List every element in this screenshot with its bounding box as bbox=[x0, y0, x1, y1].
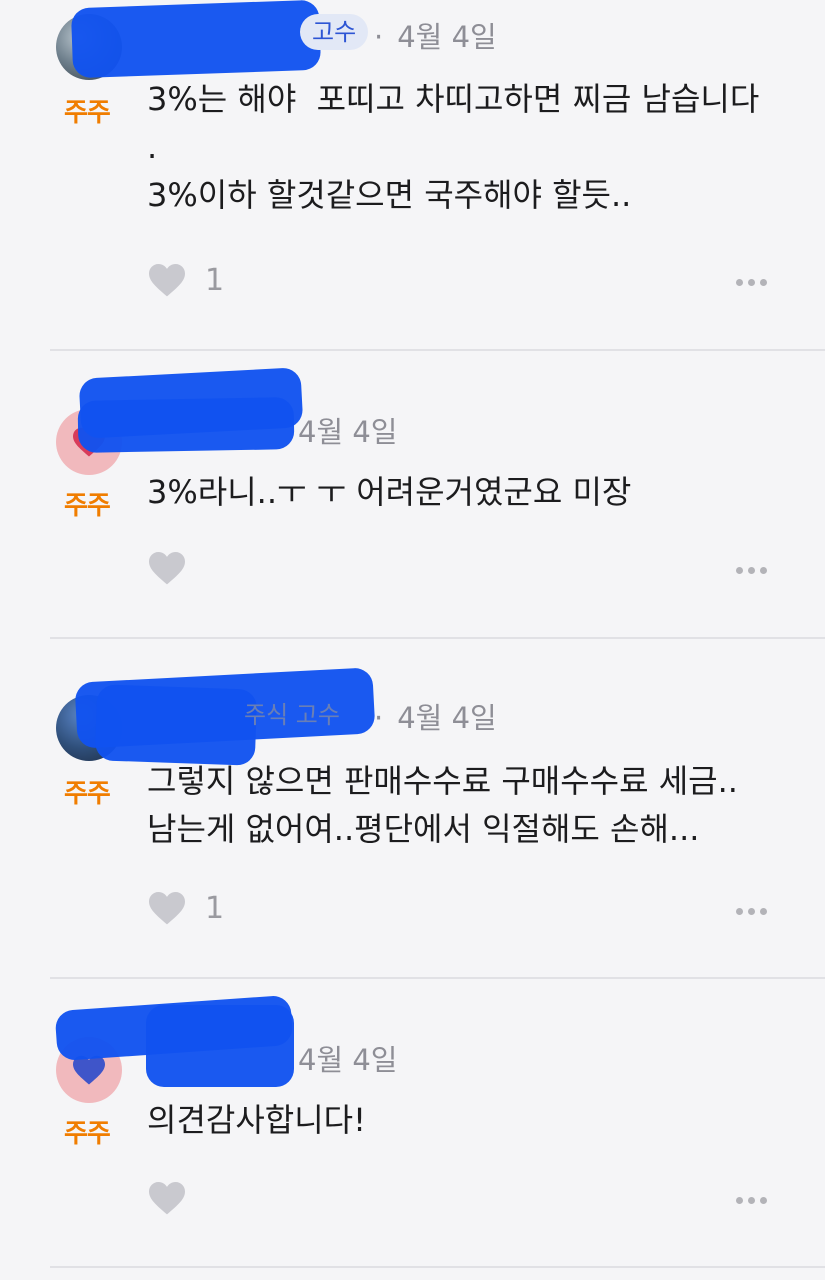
more-dots-icon bbox=[736, 1197, 743, 1204]
like-count: 1 bbox=[205, 890, 225, 926]
comment-text: 3%는 해야 포띠고 차띠고하면 찌금 남습니다 . 3%이하 할것같으면 국주… bbox=[147, 80, 760, 214]
shareholder-badge: 주주 bbox=[64, 1119, 111, 1149]
more-options-button[interactable] bbox=[736, 567, 767, 574]
comment-meta: 4월 4일 bbox=[298, 409, 397, 451]
more-options-button[interactable] bbox=[736, 279, 767, 286]
more-dots-icon bbox=[736, 908, 743, 915]
comment-text: 의견감사합니다! bbox=[147, 1101, 366, 1139]
comment-text: 그렇지 않으면 판매수수료 구매수수료 세금.. 남는게 없어여..평단에서 익… bbox=[147, 762, 738, 848]
comment-date: 4월 4일 bbox=[397, 701, 497, 735]
divider bbox=[50, 1266, 825, 1268]
comment-item: 고수 · 4월 4일 주주 3%는 해야 포띠고 차띠고하면 찌금 남습니다 . … bbox=[0, 0, 825, 350]
comment-meta: · 4월 4일 bbox=[374, 695, 497, 737]
meta-separator: · bbox=[374, 701, 384, 735]
like-button[interactable] bbox=[147, 1180, 205, 1216]
like-count: 1 bbox=[205, 262, 225, 298]
heart-icon bbox=[149, 551, 185, 585]
comment-meta: 4월 4일 bbox=[298, 1037, 397, 1079]
redaction-mark bbox=[146, 1005, 294, 1087]
more-options-button[interactable] bbox=[736, 908, 767, 915]
more-dots-icon bbox=[736, 279, 743, 286]
author-name-tag[interactable]: 고수 bbox=[300, 14, 369, 50]
shareholder-badge: 주주 bbox=[64, 779, 111, 809]
meta-separator: · bbox=[374, 20, 384, 54]
redaction-mark bbox=[94, 684, 258, 766]
more-dots-icon bbox=[736, 567, 743, 574]
like-button[interactable]: 1 bbox=[147, 262, 224, 298]
shareholder-badge: 주주 bbox=[64, 98, 111, 128]
like-button[interactable] bbox=[147, 550, 205, 586]
comment-meta: · 4월 4일 bbox=[374, 14, 497, 56]
comment-item: 4월 4일 주주 3%라니..ㅜ ㅜ 어려운거였군요 미장 bbox=[0, 351, 825, 637]
comment-date: 4월 4일 bbox=[397, 20, 497, 54]
redaction-mark bbox=[70, 0, 322, 79]
comment-text: 3%라니..ㅜ ㅜ 어려운거였군요 미장 bbox=[147, 473, 632, 511]
heart-icon bbox=[149, 1181, 185, 1215]
redaction-mark bbox=[77, 397, 295, 453]
comment-date: 4월 4일 bbox=[298, 415, 398, 449]
comment-item: 주식 고수 · 4월 4일 주주 그렇지 않으면 판매수수료 구매수수료 세금..… bbox=[0, 639, 825, 977]
heart-icon bbox=[149, 891, 185, 925]
comment-item: 4월 4일 주주 의견감사합니다! bbox=[0, 979, 825, 1266]
like-button[interactable]: 1 bbox=[147, 890, 224, 926]
shareholder-badge: 주주 bbox=[64, 491, 111, 521]
author-name-tag[interactable]: 주식 고수 bbox=[232, 697, 352, 733]
comment-date: 4월 4일 bbox=[298, 1043, 398, 1077]
heart-icon bbox=[149, 263, 185, 297]
more-options-button[interactable] bbox=[736, 1197, 767, 1204]
